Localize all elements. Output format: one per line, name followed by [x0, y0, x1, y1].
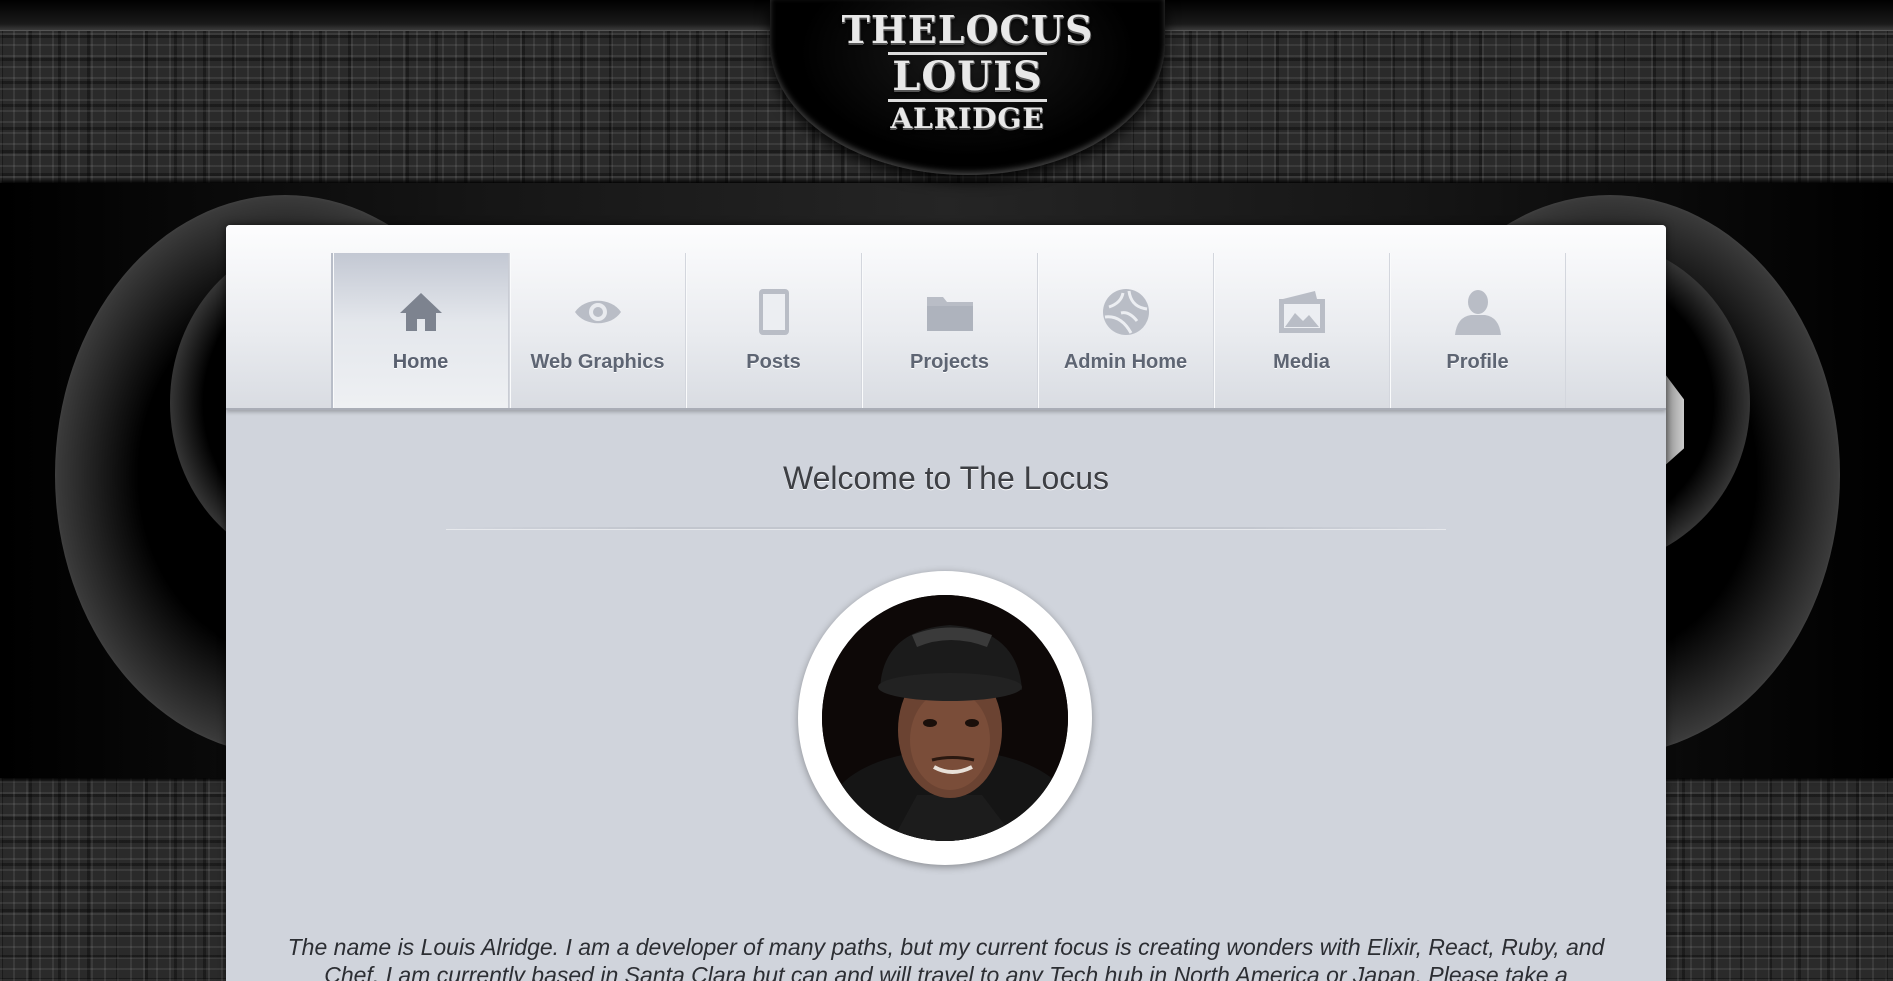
nav-item-posts[interactable]: Posts	[685, 253, 861, 408]
nav-items: Home Web Graphics Posts Projects Admin H…	[331, 253, 1566, 408]
nav-label-media: Media	[1273, 351, 1330, 373]
eye-icon	[573, 287, 623, 337]
bio-text: The name is Louis Alridge. I am a develo…	[287, 934, 1605, 981]
nav-item-admin-home[interactable]: Admin Home	[1037, 253, 1213, 408]
main-panel: Home Web Graphics Posts Projects Admin H…	[226, 225, 1666, 981]
home-icon	[396, 287, 446, 337]
nav-item-profile[interactable]: Profile	[1389, 253, 1566, 408]
nav-label-admin-home: Admin Home	[1063, 351, 1188, 373]
nav-label-web-graphics: Web Graphics	[530, 351, 665, 373]
tablet-icon	[749, 287, 799, 337]
nav-item-projects[interactable]: Projects	[861, 253, 1037, 408]
folder-icon	[925, 287, 975, 337]
logo-line-2: LOUIS	[888, 52, 1047, 102]
main-navbar: Home Web Graphics Posts Projects Admin H…	[226, 225, 1666, 410]
picture-icon	[1277, 287, 1327, 337]
avatar-frame	[798, 571, 1092, 865]
divider	[446, 527, 1446, 529]
globe-icon	[1101, 287, 1151, 337]
nav-item-media[interactable]: Media	[1213, 253, 1389, 408]
nav-label-projects: Projects	[910, 351, 989, 373]
nav-label-profile: Profile	[1446, 351, 1509, 373]
nav-item-web-graphics[interactable]: Web Graphics	[509, 253, 685, 408]
logo-line-3: ALRIDGE	[890, 102, 1045, 135]
page-title: Welcome to The Locus	[782, 460, 1110, 496]
nav-item-home[interactable]: Home	[331, 253, 509, 408]
avatar	[822, 595, 1068, 841]
nav-label-home: Home	[392, 351, 449, 373]
logo-line-1: THELOCUS	[841, 7, 1094, 52]
site-logo[interactable]: THELOCUS LOUIS ALRIDGE	[770, 8, 1165, 136]
user-icon	[1453, 287, 1503, 337]
nav-label-posts: Posts	[746, 351, 801, 373]
